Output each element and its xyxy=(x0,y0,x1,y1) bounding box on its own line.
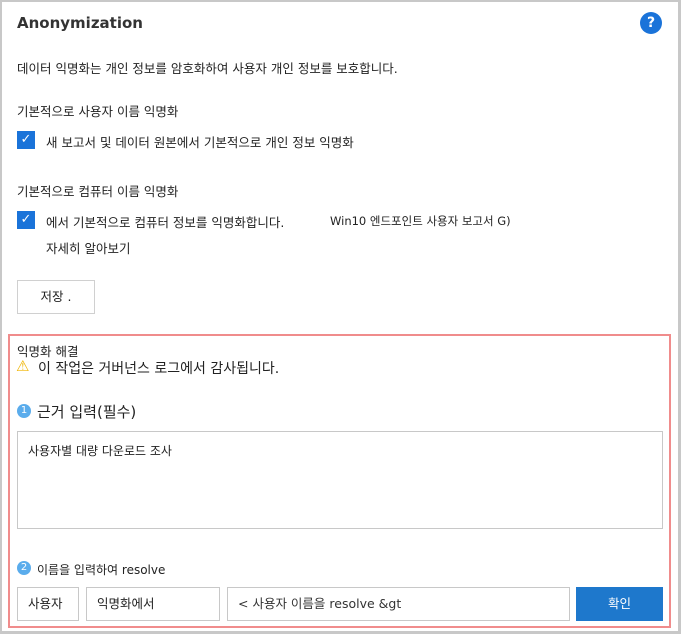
reason-textarea[interactable]: 사용자별 대량 다운로드 조사 xyxy=(17,431,663,529)
computer-section-heading: 기본적으로 컴퓨터 이름 익명화 xyxy=(17,184,179,199)
anonymize-computer-checkbox[interactable]: ✓ xyxy=(17,211,35,229)
step1-number: 1 xyxy=(17,404,31,418)
help-icon[interactable]: ? xyxy=(640,12,662,34)
save-button[interactable]: 저장 . xyxy=(17,280,95,314)
confirm-button[interactable]: 확인 xyxy=(576,587,663,621)
audit-warning: 이 작업은 거버넌스 로그에서 감사됩니다. xyxy=(38,361,280,377)
step1-label: 근거 입력(필수) xyxy=(37,403,137,421)
source-select[interactable]: 익명화에서 xyxy=(86,587,220,621)
step2-number: 2 xyxy=(17,561,31,575)
computer-extra-text: Win10 엔드포인트 사용자 보고서 G) xyxy=(330,214,511,228)
anonymize-user-checkbox[interactable]: ✓ xyxy=(17,131,35,149)
anonymize-computer-label: 에서 기본적으로 컴퓨터 정보를 익명화합니다. xyxy=(46,215,285,230)
description: 데이터 익명화는 개인 정보를 암호화하여 사용자 개인 정보를 보호합니다. xyxy=(17,61,398,76)
step2-label: 이름을 입력하여 resolve xyxy=(37,563,166,577)
warning-icon: ⚠ xyxy=(16,357,30,375)
anonymize-user-label: 새 보고서 및 데이터 원본에서 기본적으로 개인 정보 익명화 xyxy=(46,135,354,150)
page-title: Anonymization xyxy=(17,14,143,32)
type-select[interactable]: 사용자 xyxy=(17,587,79,621)
learn-more-link[interactable]: 자세히 알아보기 xyxy=(46,238,130,257)
username-input[interactable]: < 사용자 이름을 resolve &gt xyxy=(227,587,570,621)
user-section-heading: 기본적으로 사용자 이름 익명화 xyxy=(17,104,179,119)
